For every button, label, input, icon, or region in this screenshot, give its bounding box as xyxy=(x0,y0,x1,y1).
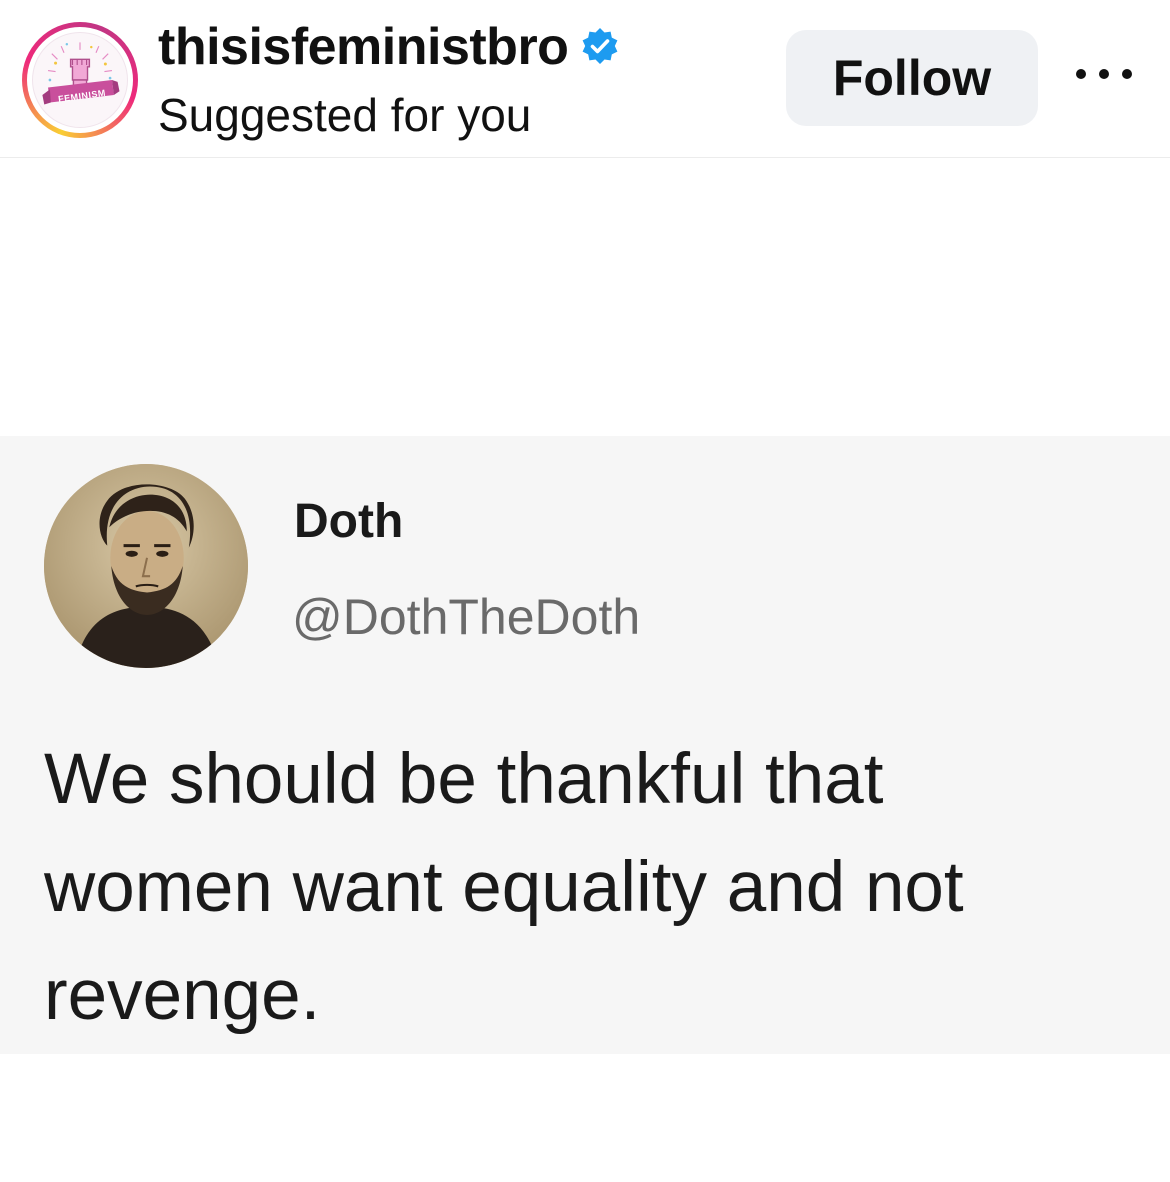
tweet-text: We should be thankful that women want eq… xyxy=(44,726,1144,1050)
more-options-icon[interactable] xyxy=(1076,62,1132,86)
tweet-author-avatar xyxy=(44,464,248,668)
follow-button[interactable]: Follow xyxy=(786,30,1038,126)
portrait-image xyxy=(44,464,248,668)
username[interactable]: thisisfeministbro xyxy=(158,17,569,77)
tweet-author-handle: @DothTheDoth xyxy=(292,589,641,645)
fist-logo-graphic xyxy=(42,42,120,105)
post-header: FEMINISM thisisfeministbro Suggested for… xyxy=(0,0,1170,158)
profile-avatar[interactable]: FEMINISM xyxy=(22,22,138,138)
tweet-author-name: Doth xyxy=(294,495,404,548)
tweet-text-line: revenge. xyxy=(44,956,321,1035)
feminism-fist-logo-icon: FEMINISM xyxy=(32,32,128,128)
tweet-text-line: women want equality and not xyxy=(44,848,964,927)
tweet-text-line: We should be thankful that xyxy=(44,740,884,819)
instagram-post: FEMINISM thisisfeministbro Suggested for… xyxy=(0,0,1170,1182)
post-image-tweet-screenshot: Doth @DothTheDoth We should be thankful … xyxy=(0,436,1170,1054)
verified-badge-icon xyxy=(583,28,618,64)
username-row: thisisfeministbro xyxy=(158,14,620,80)
suggested-label: Suggested for you xyxy=(158,89,532,141)
